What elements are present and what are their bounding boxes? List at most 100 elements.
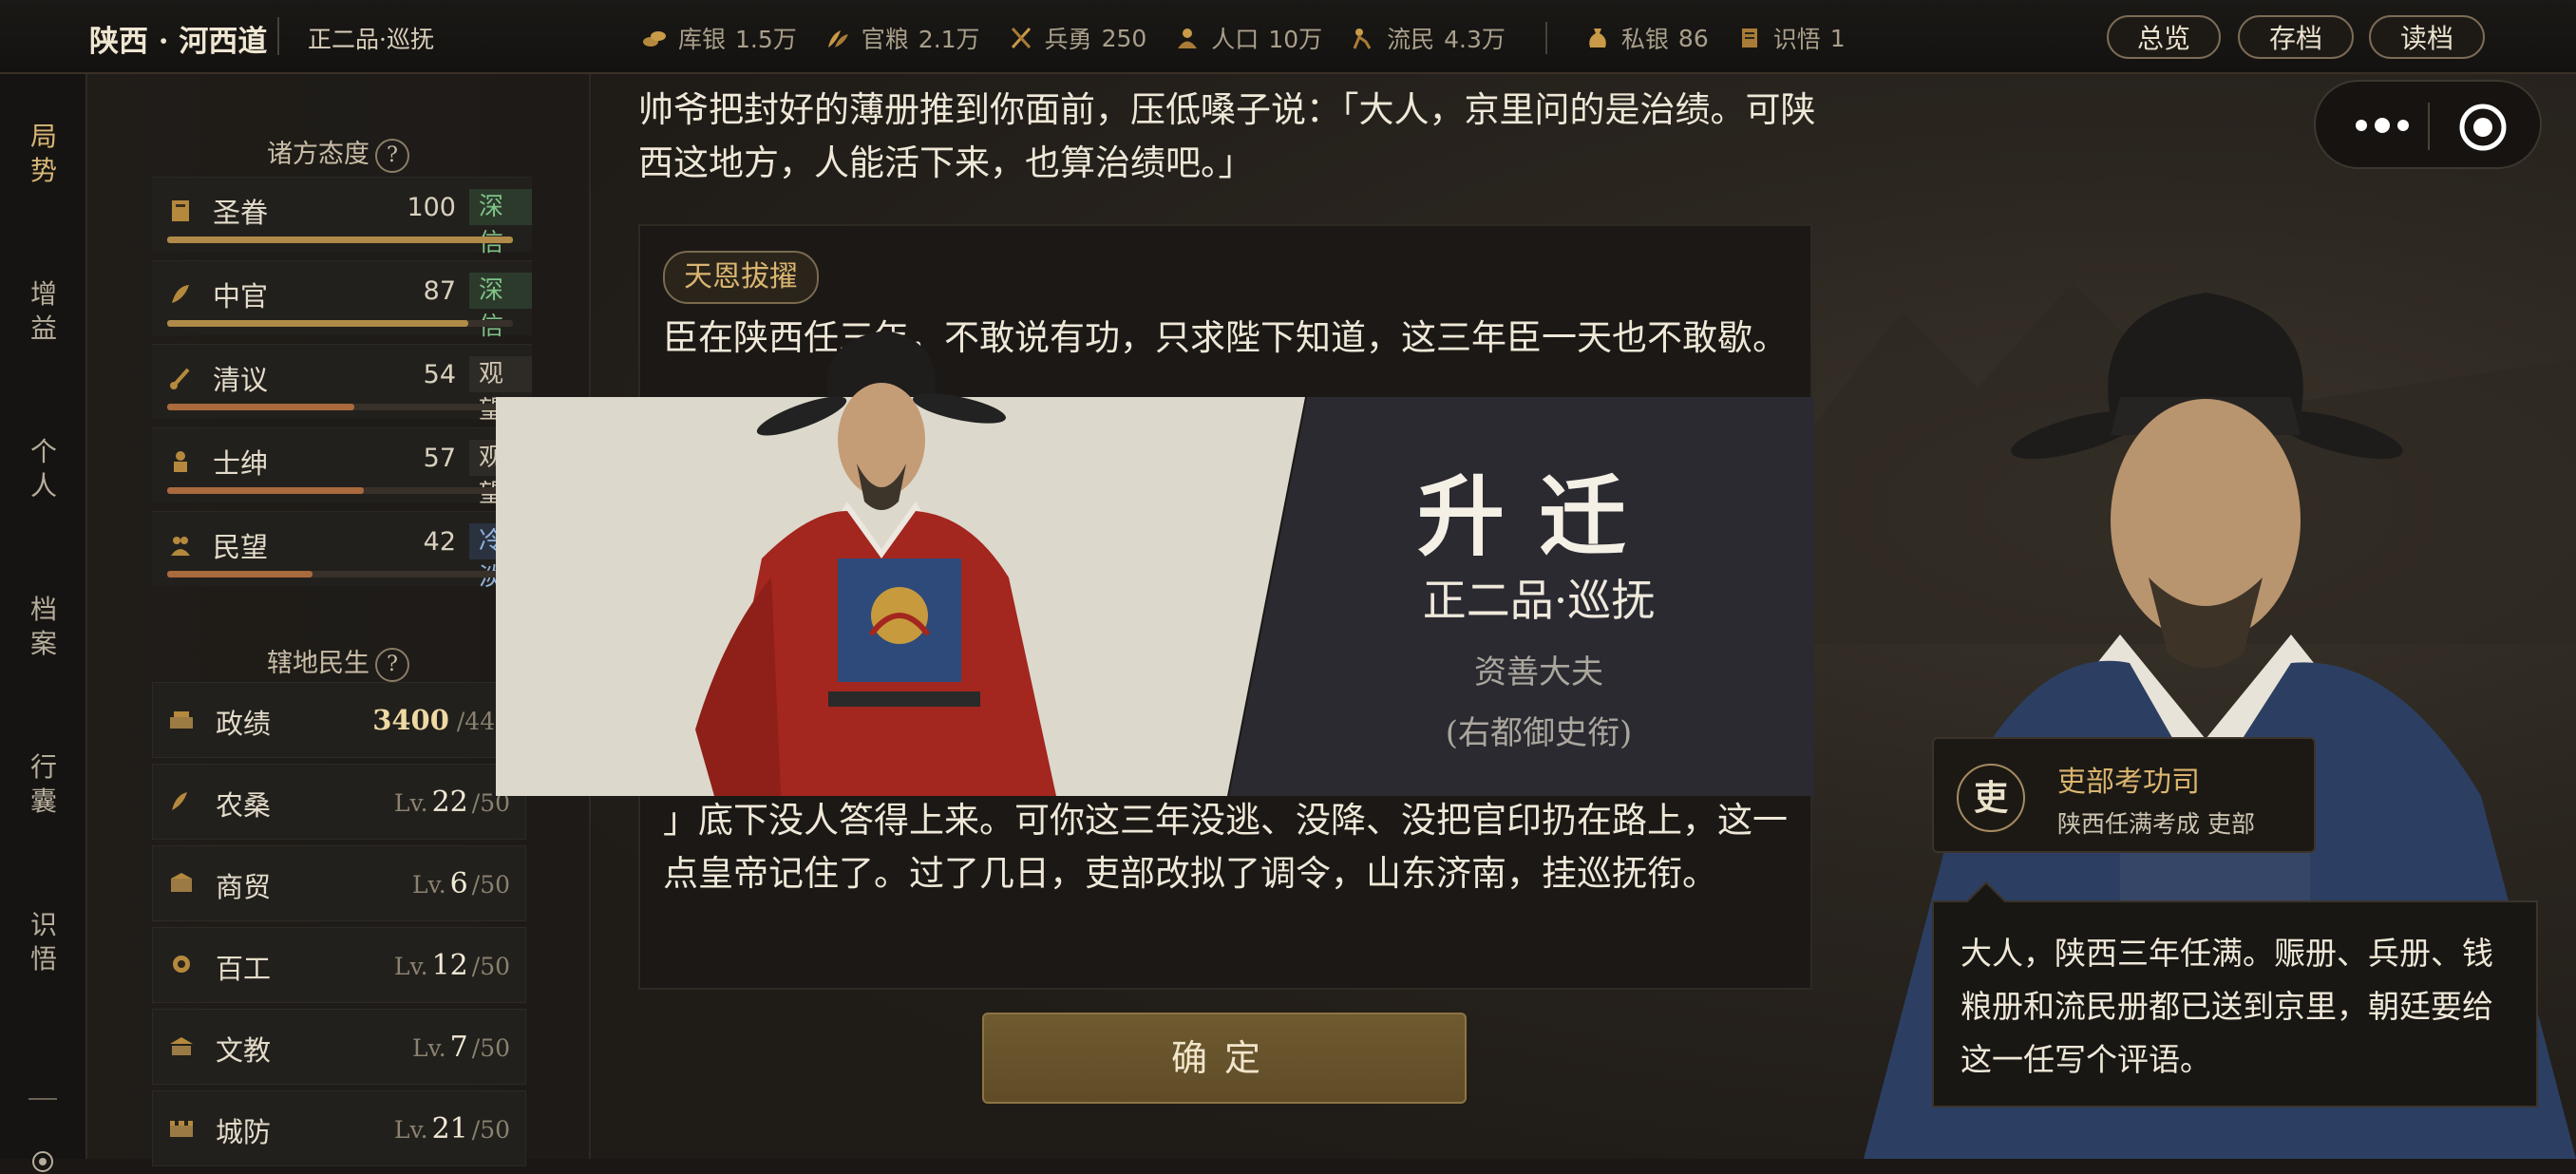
civil-row[interactable]: 商贸 Lv. 6/50 xyxy=(152,845,526,921)
civil-level: Lv. 6/50 xyxy=(412,867,510,900)
civil-level: Lv. 21/50 xyxy=(394,1112,510,1146)
nav-item-bag[interactable]: 行囊 xyxy=(25,750,63,819)
region-title: 陕西 · 河西道 xyxy=(89,25,268,59)
imperial-seal-icon xyxy=(172,200,189,221)
load-button[interactable]: 读档 xyxy=(2369,15,2485,59)
civil-name: 文教 xyxy=(216,1034,272,1067)
promotion-rank: 正二品·巡抚 xyxy=(1422,575,1656,626)
level-value: 6 xyxy=(449,867,468,900)
nav-item-archive[interactable]: 档案 xyxy=(25,593,63,661)
nav-item-situation[interactable]: 局势 xyxy=(25,120,63,188)
stat-insight: 识悟 1 xyxy=(1737,21,1846,55)
level-prefix: Lv. xyxy=(393,789,428,817)
civil-row[interactable]: 城防 Lv. 21/50 xyxy=(152,1090,526,1166)
attitude-row[interactable]: 民望 42 冷淡 xyxy=(152,511,532,592)
confirm-button[interactable]: 确定 xyxy=(982,1013,1467,1104)
promotion-title-concurrent: (右都御史衔) xyxy=(1445,714,1633,752)
nav-item-buffs[interactable]: 增益 xyxy=(25,277,63,346)
attitude-status-badge: 深信 xyxy=(469,189,532,257)
attitude-value: 100 xyxy=(407,193,456,222)
level-max: /50 xyxy=(471,953,510,980)
help-icon[interactable]: ? xyxy=(375,138,409,173)
stat-value: 1.5万 xyxy=(735,26,797,53)
civil-level: Lv. 7/50 xyxy=(412,1031,510,1064)
money-bag-icon xyxy=(1585,27,1610,49)
left-nav: 局势 增益 个人 档案 行囊 识悟 xyxy=(0,74,87,1172)
section-title-text: 辖地民生 xyxy=(267,649,369,678)
attitude-row[interactable]: 中官 87 深信 xyxy=(152,260,532,341)
speaker-dialog: 大人，陕西三年任满。赈册、兵册、钱粮册和流民册都已送到京里，朝廷要给这一任写个评… xyxy=(1932,880,2538,1108)
official-rank: 正二品·巡抚 xyxy=(308,26,434,53)
stat-value: 10万 xyxy=(1268,26,1323,53)
attitude-value: 54 xyxy=(423,360,456,389)
attitude-row[interactable]: 清议 54 观望 xyxy=(152,344,532,425)
help-icon[interactable]: ? xyxy=(375,647,409,682)
level-prefix: Lv. xyxy=(393,953,428,980)
attitude-bar-fill xyxy=(167,571,313,578)
attitude-value: 87 xyxy=(423,276,456,306)
level-value: 21 xyxy=(431,1112,468,1146)
stat-label: 私银 xyxy=(1620,26,1669,53)
divider xyxy=(277,17,279,55)
promotion-title: 升迁 xyxy=(1416,465,1660,568)
stat-label: 流民 xyxy=(1387,26,1435,53)
civil-name: 百工 xyxy=(216,953,272,985)
stat-label: 人口 xyxy=(1211,26,1260,53)
level-max: /50 xyxy=(471,871,510,899)
attitude-name: 中官 xyxy=(213,280,269,312)
promotion-banner: 升迁 正二品·巡抚 资善大夫 (右都御史衔) xyxy=(496,331,1814,796)
attitude-bar xyxy=(167,571,513,578)
attitude-bar-fill xyxy=(167,237,513,243)
speaker-name: 吏部考功司 xyxy=(2057,766,2200,799)
nav-item-personal[interactable]: 个人 xyxy=(25,435,63,503)
attitude-bar xyxy=(167,487,513,494)
attitude-row[interactable]: 士绅 57 观望 xyxy=(152,427,532,508)
attitude-row[interactable]: 圣眷 100 深信 xyxy=(152,177,532,257)
top-bar: 陕西 · 河西道 正二品·巡抚 库银 1.5万 官粮 2.1万 兵勇 250 人… xyxy=(0,0,2576,74)
brush-icon xyxy=(170,368,190,389)
speaker-subtitle: 陕西任满考成 吏部 xyxy=(2057,810,2255,838)
stat-label: 官粮 xyxy=(861,26,909,53)
event-text: 」底下没人答得上来。可你这三年没逃、没降、没把官印扔在路上，这一点皇帝记住了。过… xyxy=(663,800,1788,894)
attitude-bar-fill xyxy=(167,404,354,410)
settings-circle-icon[interactable] xyxy=(30,1149,55,1174)
civil-name: 政绩 xyxy=(216,708,272,740)
stat-label: 识悟 xyxy=(1772,26,1821,53)
grain-icon xyxy=(825,27,850,49)
soldier-icon xyxy=(1009,27,1033,49)
overview-button[interactable]: 总览 xyxy=(2107,15,2221,59)
nav-item-insight[interactable]: 识悟 xyxy=(25,908,63,976)
attitude-name: 清议 xyxy=(213,364,269,396)
civil-name: 城防 xyxy=(216,1116,272,1148)
civil-row[interactable]: 政绩 3400 /440 xyxy=(152,682,526,758)
merit-value: 3400 xyxy=(372,704,449,736)
attitude-value: 57 xyxy=(423,444,456,473)
gentry-icon xyxy=(174,451,187,472)
dialog-text: 大人，陕西三年任满。赈册、兵册、钱粮册和流民册都已送到京里，朝廷要给这一任写个评… xyxy=(1960,935,2493,1078)
capsule-controls xyxy=(2314,80,2542,169)
eunuch-icon xyxy=(172,285,189,303)
stat-value: 86 xyxy=(1677,24,1709,52)
promotion-title-honor: 资善大夫 xyxy=(1474,653,1603,691)
attitude-name: 圣眷 xyxy=(213,197,269,229)
civil-row[interactable]: 百工 Lv. 12/50 xyxy=(152,927,526,1003)
section-title-text: 诸方态度 xyxy=(267,140,369,169)
resource-stats: 库银 1.5万 官粮 2.1万 兵勇 250 人口 10万 流民 4.3万 私银… xyxy=(642,19,1874,57)
attitudes-section-title: 诸方态度? xyxy=(87,133,589,173)
stat-value: 250 xyxy=(1101,24,1147,52)
close-target-icon[interactable] xyxy=(2458,103,2508,152)
attitude-bar xyxy=(167,320,513,327)
attitude-value: 42 xyxy=(423,527,456,557)
civil-row[interactable]: 农桑 Lv. 22/50 xyxy=(152,764,526,840)
craft-icon xyxy=(173,956,190,973)
more-icon[interactable] xyxy=(2348,106,2416,144)
save-button[interactable]: 存档 xyxy=(2238,15,2354,59)
level-max: /50 xyxy=(471,1116,510,1144)
coins-icon xyxy=(642,27,667,49)
farm-icon xyxy=(172,792,187,810)
civil-row[interactable]: 文教 Lv. 7/50 xyxy=(152,1009,526,1085)
level-value: 22 xyxy=(431,786,468,819)
speaker-nameplate: 吏 吏部考功司 陕西任满考成 吏部 xyxy=(1932,737,2316,853)
attitude-bar-fill xyxy=(167,487,365,494)
level-prefix: Lv. xyxy=(411,871,446,899)
